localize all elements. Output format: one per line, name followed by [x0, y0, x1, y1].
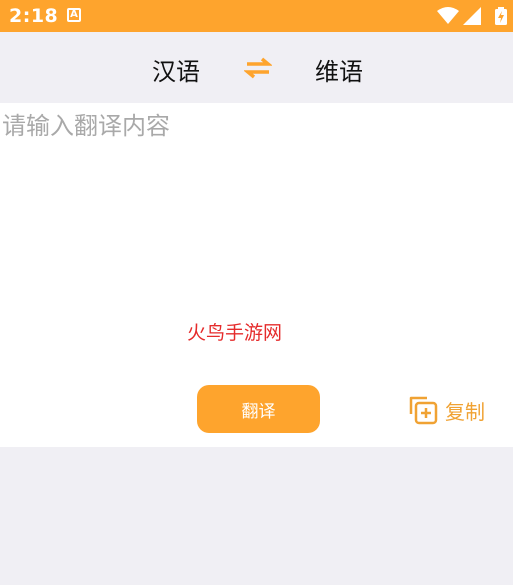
signal-icon [463, 7, 481, 25]
translate-panel: 火鸟手游网 翻译 复制 [0, 103, 513, 447]
translation-input[interactable] [0, 103, 513, 303]
copy-button[interactable]: 复制 [407, 393, 485, 427]
app-notification-icon: A [67, 8, 81, 22]
wifi-icon [437, 7, 459, 24]
status-bar: 2:18 A [0, 0, 513, 32]
source-language[interactable]: 汉语 [152, 52, 200, 87]
battery-charging-icon [495, 7, 507, 25]
copy-label: 复制 [445, 399, 485, 424]
translate-button[interactable]: 翻译 [197, 385, 320, 433]
language-bar: 汉语 维语 [0, 32, 513, 103]
copy-add-icon [409, 396, 438, 425]
status-time: 2:18 [9, 5, 59, 27]
target-language[interactable]: 维语 [315, 52, 363, 87]
swap-languages-button[interactable] [243, 56, 273, 80]
watermark: 火鸟手游网 [187, 322, 283, 344]
swap-arrows-icon [243, 57, 273, 79]
